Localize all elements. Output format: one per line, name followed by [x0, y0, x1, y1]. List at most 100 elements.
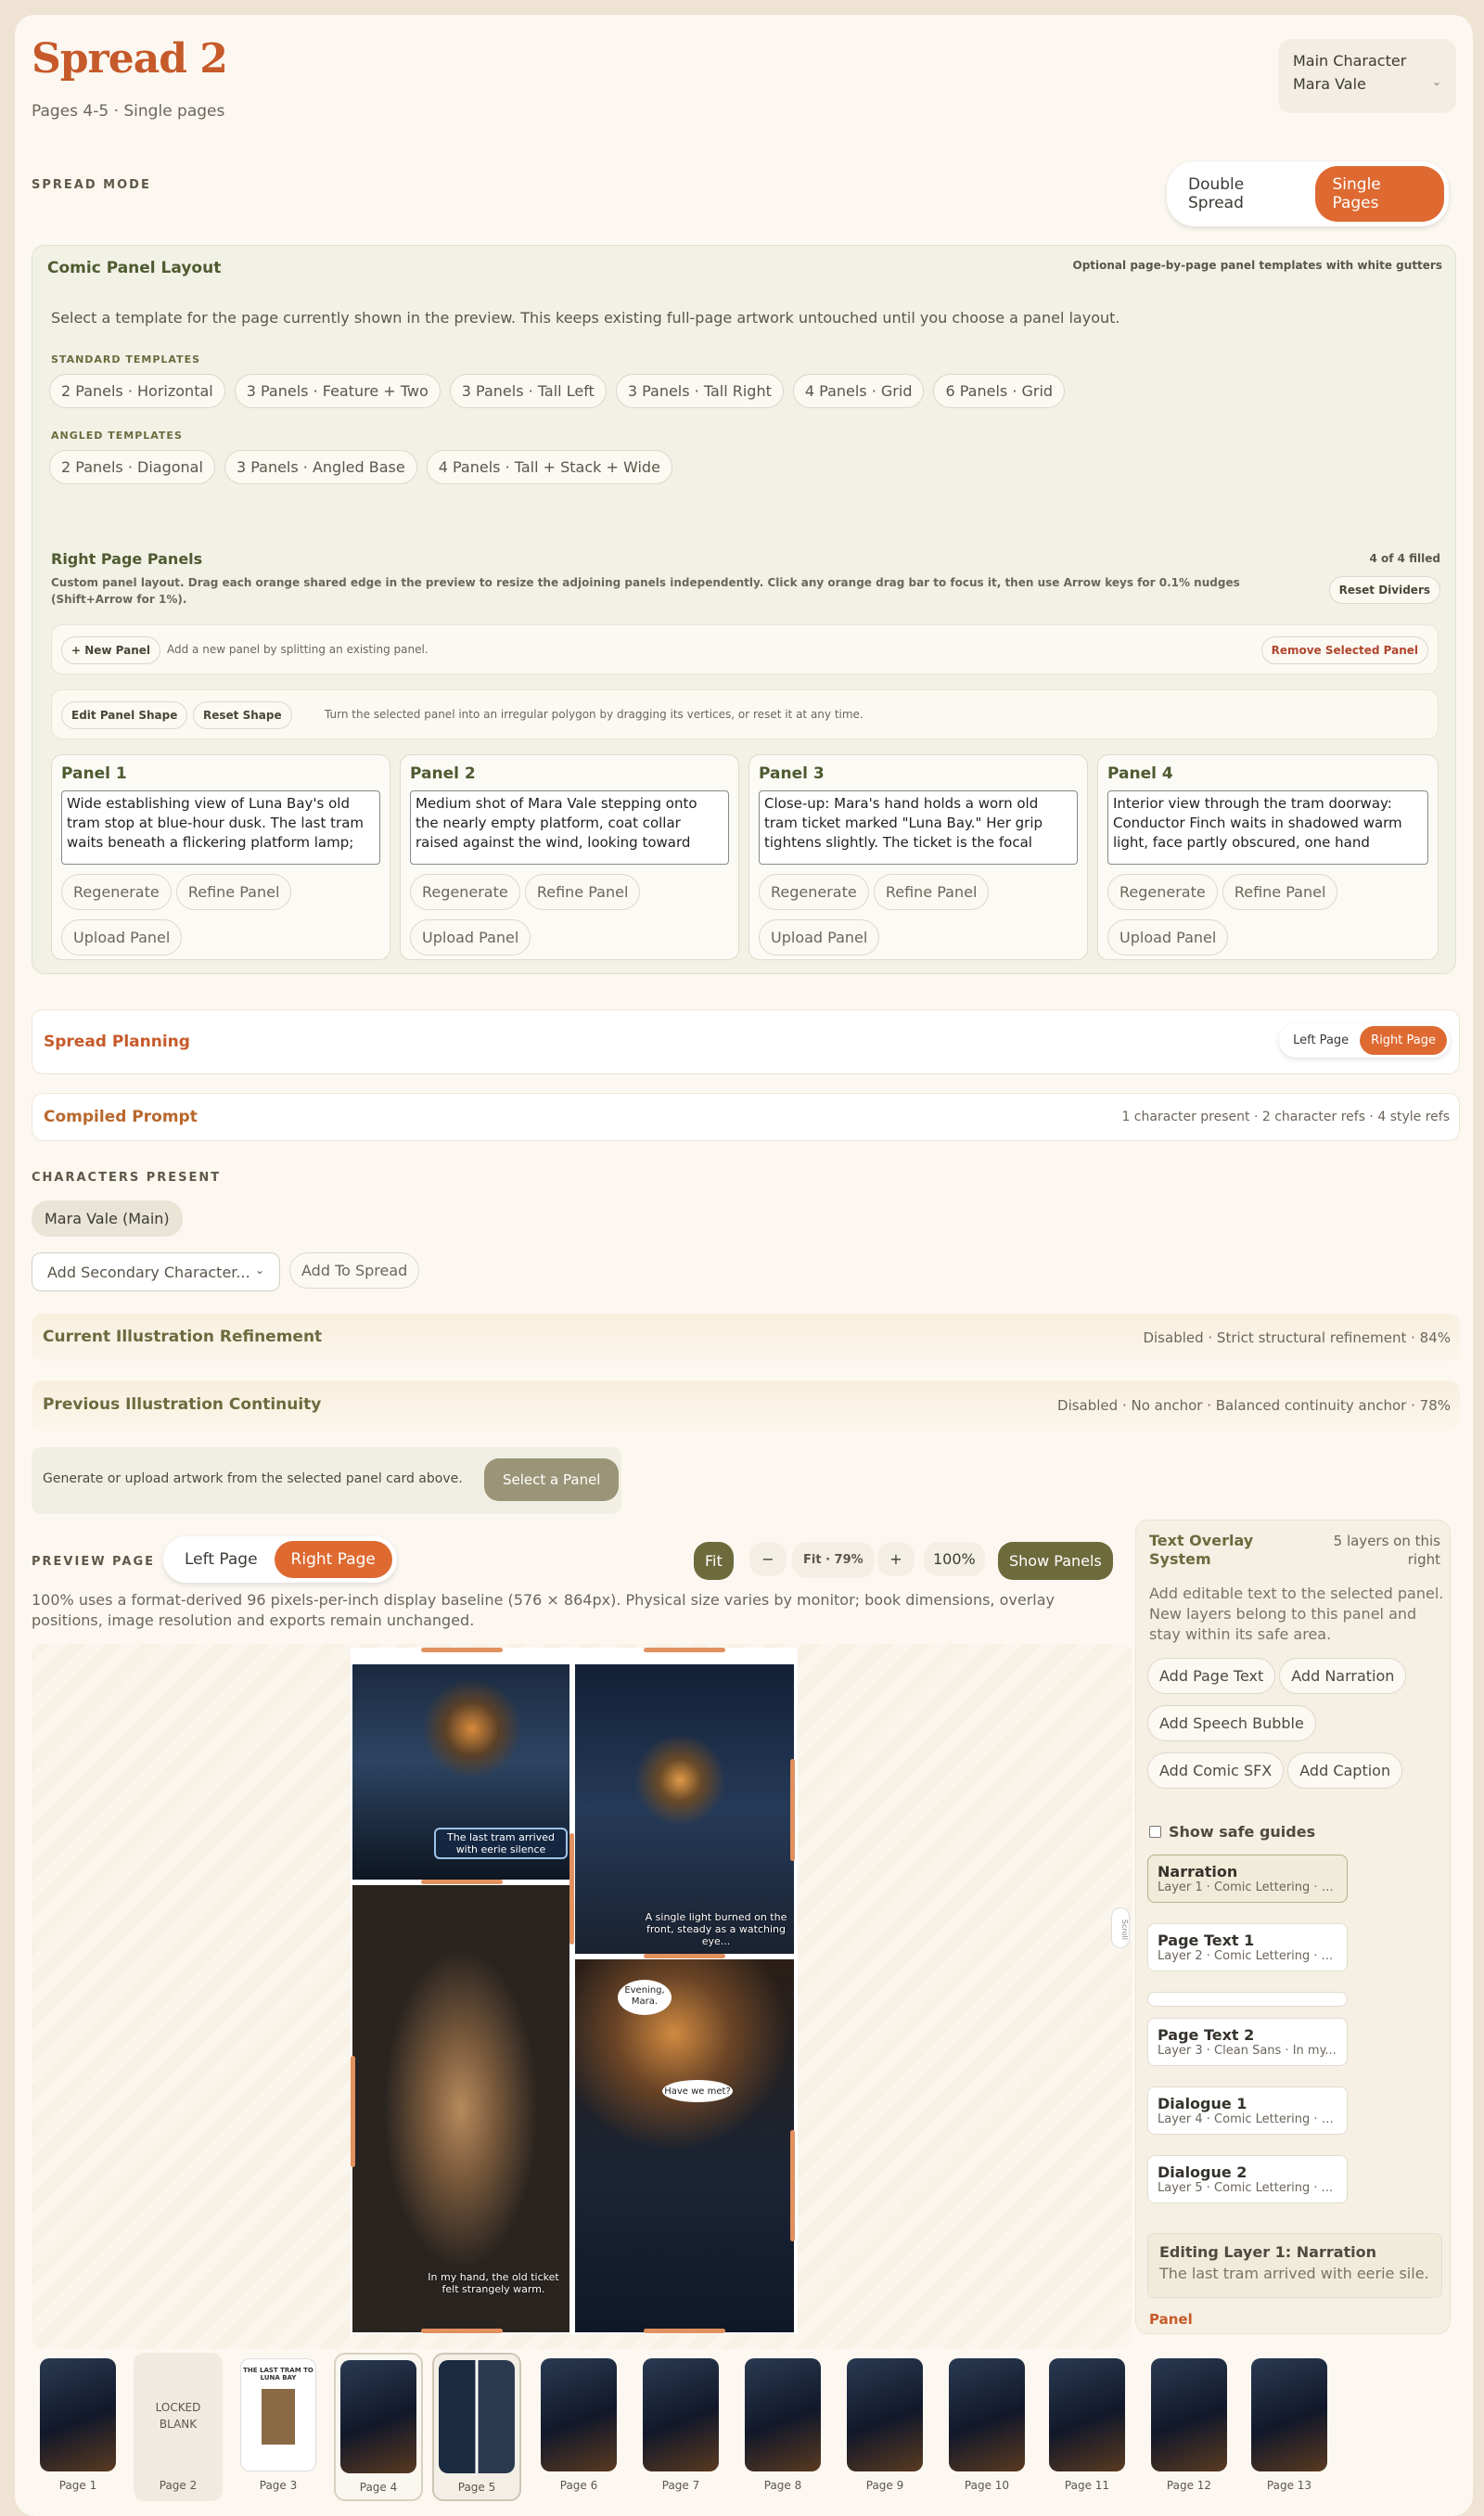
single-pages-option[interactable]: Single Pages [1315, 166, 1444, 222]
show-panels-button[interactable]: Show Panels [998, 1542, 1113, 1580]
drag-bar[interactable] [421, 1880, 503, 1884]
panel-prompt-input[interactable]: Medium shot of Mara Vale stepping onto t… [410, 790, 729, 865]
character-chip[interactable]: Mara Vale (Main) [32, 1200, 183, 1237]
panel-2-artwork[interactable]: A single light burned on the front, stea… [575, 1664, 794, 1954]
narration-caption: The last tram arrived with eerie silence [447, 1831, 555, 1855]
compiled-prompt-row[interactable]: Compiled Prompt 1 character present · 2 … [32, 1093, 1460, 1141]
drag-bar[interactable] [569, 1833, 574, 1945]
main-character-select[interactable]: Main Character Mara Vale ⌄ [1278, 39, 1456, 113]
fit-button[interactable]: Fit [694, 1542, 734, 1580]
add-speech-bubble-button[interactable]: Add Speech Bubble [1147, 1705, 1316, 1741]
layer-item-narration[interactable]: Narration Layer 1 · Comic Lettering · T..… [1147, 1855, 1348, 1903]
template-4-grid[interactable]: 4 Panels · Grid [792, 374, 925, 408]
main-character-label: Main Character [1293, 52, 1407, 70]
refine-panel-button[interactable]: Refine Panel [1222, 874, 1338, 910]
panel-4-artwork[interactable]: Evening, Mara. Have we met? [575, 1959, 794, 2332]
regenerate-button[interactable]: Regenerate [61, 874, 172, 910]
page-thumb-12[interactable]: Page 12 [1145, 2353, 1234, 2501]
template-3-feature-two[interactable]: 3 Panels · Feature + Two [234, 374, 441, 408]
page-thumb-7[interactable]: Page 7 [636, 2353, 725, 2501]
regenerate-button[interactable]: Regenerate [759, 874, 869, 910]
editing-layer-box[interactable]: Editing Layer 1: Narration The last tram… [1147, 2233, 1442, 2298]
add-comic-sfx-button[interactable]: Add Comic SFX [1147, 1752, 1285, 1789]
add-page-text-button[interactable]: Add Page Text [1147, 1658, 1276, 1694]
spread-planning-row[interactable]: Spread Planning Left Page Right Page [32, 1009, 1460, 1074]
refine-panel-button[interactable]: Refine Panel [175, 874, 292, 910]
preview-page-toggle: Left Page Right Page [163, 1536, 397, 1583]
thumb-label: Page 13 [1266, 2479, 1312, 2492]
panel-card-1[interactable]: Panel 1 Wide establishing view of Luna B… [51, 754, 390, 960]
page-thumb-8[interactable]: Page 8 [738, 2353, 827, 2501]
page-thumb-9[interactable]: Page 9 [840, 2353, 929, 2501]
drag-bar[interactable] [644, 2329, 725, 2333]
upload-panel-button[interactable]: Upload Panel [410, 919, 531, 956]
zoom-in-button[interactable]: + [877, 1542, 915, 1576]
safe-guides-checkbox[interactable] [1149, 1826, 1161, 1838]
drag-bar[interactable] [421, 2329, 503, 2333]
panel-prompt-input[interactable]: Wide establishing view of Luna Bay's old… [61, 790, 380, 865]
drag-bar[interactable] [790, 2130, 795, 2241]
select-a-panel-button[interactable]: Select a Panel [484, 1458, 620, 1501]
layer-item-page-text-2[interactable]: Page Text 2 Layer 3 · Clean Sans · In my.… [1147, 2018, 1348, 2066]
add-to-spread-button[interactable]: Add To Spread [289, 1252, 420, 1289]
zoom-out-button[interactable]: − [749, 1542, 787, 1576]
preview-left-page[interactable]: Left Page [168, 1541, 275, 1578]
reset-dividers-button[interactable]: Reset Dividers [1328, 576, 1440, 604]
panel-prompt-input[interactable]: Close-up: Mara's hand holds a worn old t… [759, 790, 1078, 865]
page-thumb-10[interactable]: Page 10 [942, 2353, 1031, 2501]
panel-card-4[interactable]: Panel 4 Interior view through the tram d… [1097, 754, 1439, 960]
preview-right-page[interactable]: Right Page [274, 1541, 392, 1578]
drag-bar[interactable] [351, 2056, 355, 2167]
drag-bar[interactable] [421, 1648, 503, 1652]
double-spread-option[interactable]: Double Spread [1171, 166, 1315, 222]
drag-bar[interactable] [644, 1648, 725, 1652]
template-4-tall-stack-wide[interactable]: 4 Panels · Tall + Stack + Wide [426, 450, 672, 484]
layer-item-page-text-1[interactable]: Page Text 1 Layer 2 · Comic Lettering · .… [1147, 1923, 1348, 1971]
scroll-handle[interactable]: Scroll [1111, 1907, 1130, 1948]
template-2-horizontal[interactable]: 2 Panels · Horizontal [49, 374, 225, 408]
drag-bar[interactable] [790, 1759, 795, 1861]
panel-card-3[interactable]: Panel 3 Close-up: Mara's hand holds a wo… [748, 754, 1088, 960]
page-thumb-4[interactable]: Page 4 [334, 2353, 423, 2501]
layer-item-dialogue-1[interactable]: Dialogue 1 Layer 4 · Comic Lettering · E.… [1147, 2086, 1348, 2135]
page-thumb-1[interactable]: Page 1 [33, 2353, 122, 2501]
template-3-tall-left[interactable]: 3 Panels · Tall Left [449, 374, 607, 408]
panel-1-artwork[interactable]: The last tram arrived with eerie silence [352, 1664, 569, 1880]
planning-left-page[interactable]: Left Page [1282, 1026, 1360, 1055]
template-3-angled-base[interactable]: 3 Panels · Angled Base [224, 450, 417, 484]
panel-3-artwork[interactable]: In my hand, the old ticket felt strangel… [352, 1885, 569, 2332]
safe-guides-toggle[interactable]: Show safe guides [1149, 1823, 1315, 1841]
new-panel-button[interactable]: + New Panel [61, 636, 161, 664]
reset-shape-button[interactable]: Reset Shape [193, 701, 292, 729]
regenerate-button[interactable]: Regenerate [1107, 874, 1218, 910]
page-thumb-2[interactable]: LOCKED BLANK Page 2 [134, 2353, 223, 2501]
upload-panel-button[interactable]: Upload Panel [1107, 919, 1229, 956]
panel-prompt-input[interactable]: Interior view through the tram doorway: … [1107, 790, 1428, 865]
template-3-tall-right[interactable]: 3 Panels · Tall Right [615, 374, 784, 408]
regenerate-button[interactable]: Regenerate [410, 874, 520, 910]
page-thumb-5[interactable]: Page 5 [432, 2353, 521, 2501]
add-caption-button[interactable]: Add Caption [1287, 1752, 1403, 1789]
panel-card-2[interactable]: Panel 2 Medium shot of Mara Vale steppin… [400, 754, 739, 960]
page-thumb-11[interactable]: Page 11 [1043, 2353, 1132, 2501]
previous-continuity-row[interactable]: Previous Illustration Continuity Disable… [32, 1380, 1460, 1431]
upload-panel-button[interactable]: Upload Panel [759, 919, 880, 956]
generate-strip: Generate or upload artwork from the sele… [32, 1447, 621, 1514]
page-thumb-3[interactable]: THE LAST TRAM TO LUNA BAY Page 3 [234, 2353, 323, 2501]
refine-panel-button[interactable]: Refine Panel [873, 874, 990, 910]
page-thumb-6[interactable]: Page 6 [534, 2353, 623, 2501]
refine-panel-button[interactable]: Refine Panel [524, 874, 641, 910]
template-6-grid[interactable]: 6 Panels · Grid [933, 374, 1066, 408]
add-narration-button[interactable]: Add Narration [1279, 1658, 1407, 1694]
drag-bar[interactable] [644, 1954, 725, 1958]
template-2-diagonal[interactable]: 2 Panels · Diagonal [49, 450, 215, 484]
planning-right-page[interactable]: Right Page [1360, 1026, 1447, 1055]
layer-item-dialogue-2[interactable]: Dialogue 2 Layer 5 · Comic Lettering · ..… [1147, 2155, 1348, 2203]
zoom-100-button[interactable]: 100% [924, 1542, 985, 1576]
edit-panel-shape-button[interactable]: Edit Panel Shape [61, 701, 188, 729]
add-secondary-character-select[interactable]: Add Secondary Character... ⌄ [32, 1252, 280, 1291]
remove-selected-panel-button[interactable]: Remove Selected Panel [1260, 636, 1428, 664]
page-thumb-13[interactable]: Page 13 [1245, 2353, 1334, 2501]
current-refinement-row[interactable]: Current Illustration Refinement Disabled… [32, 1314, 1460, 1362]
upload-panel-button[interactable]: Upload Panel [61, 919, 183, 956]
